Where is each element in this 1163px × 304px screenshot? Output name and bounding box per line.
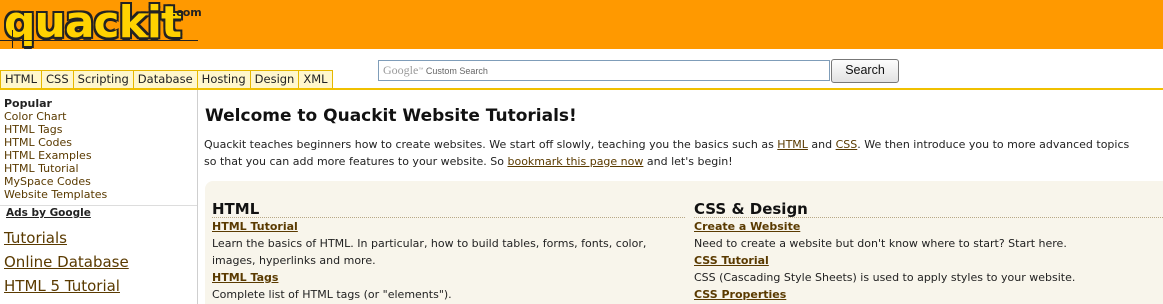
logo-tick — [12, 30, 13, 48]
sidebar-link-myspace-codes[interactable]: MySpace Codes — [4, 175, 91, 188]
logo-underline — [0, 40, 198, 41]
tab-hosting[interactable]: Hosting — [196, 70, 251, 88]
column-rule-css-design — [694, 217, 1163, 219]
tab-design[interactable]: Design — [249, 70, 300, 88]
ad-link-html5-tutorial[interactable]: HTML 5 Tutorial — [4, 277, 120, 295]
sidebar-link-html-tags[interactable]: HTML Tags — [4, 123, 62, 136]
search-placeholder: Custom Search — [425, 66, 488, 76]
column-rule-html — [212, 217, 685, 219]
ad-link-online-database[interactable]: Online Database — [4, 253, 129, 271]
html-tutorial-desc-2: images, hyperlinks and more. — [212, 254, 376, 267]
sidebar-link-html-tutorial[interactable]: HTML Tutorial — [4, 162, 79, 175]
html-tutorial-link[interactable]: HTML Tutorial — [212, 220, 298, 233]
html-tags-desc: Complete list of HTML tags (or "elements… — [212, 288, 452, 301]
tab-xml[interactable]: XML — [298, 70, 333, 88]
html-tags-link[interactable]: HTML Tags — [212, 271, 278, 284]
intro-link-css[interactable]: CSS — [836, 138, 858, 151]
sidebar-divider — [0, 205, 197, 206]
trademark-mark: ™ — [418, 67, 424, 73]
create-website-link[interactable]: Create a Website — [694, 220, 800, 233]
logo-dotcom: .com — [172, 6, 202, 19]
sidebar-heading-popular: Popular — [4, 97, 52, 110]
bookmark-link[interactable]: bookmark this page now — [507, 155, 643, 168]
page-title: Welcome to Quackit Website Tutorials! — [205, 106, 577, 126]
intro-paragraph: Quackit teaches beginners how to create … — [204, 136, 1163, 170]
css-properties-link[interactable]: CSS Properties — [694, 288, 786, 301]
search-button[interactable]: Search — [831, 59, 899, 83]
sidebar-link-website-templates[interactable]: Website Templates — [4, 188, 107, 201]
intro-link-html[interactable]: HTML — [777, 138, 808, 151]
sidebar-link-color-chart[interactable]: Color Chart — [4, 110, 66, 123]
tab-css[interactable]: CSS — [41, 70, 74, 88]
create-website-desc: Need to create a website but don't know … — [694, 237, 1067, 250]
sidebar-link-html-codes[interactable]: HTML Codes — [4, 136, 72, 149]
top-navigation: HTML CSS Scripting Database Hosting Desi… — [0, 70, 333, 88]
search-input[interactable]: Google™ Custom Search — [378, 60, 830, 81]
site-header: quackit .com — [0, 0, 1163, 49]
css-tutorial-link[interactable]: CSS Tutorial — [694, 254, 769, 267]
intro-text-and: and — [807, 138, 836, 151]
intro-text-4: and let's begin! — [643, 155, 733, 168]
tutorial-panel: HTML HTML Tutorial Learn the basics of H… — [205, 181, 1163, 304]
google-search-logo: Google — [383, 63, 419, 77]
column-title-css-design: CSS & Design — [694, 200, 808, 218]
sidebar-link-html-examples[interactable]: HTML Examples — [4, 149, 92, 162]
html-tutorial-desc-1: Learn the basics of HTML. In particular,… — [212, 237, 647, 250]
ads-by-google-link[interactable]: Ads by Google — [6, 207, 91, 219]
intro-text-1: Quackit teaches beginners how to create … — [204, 138, 778, 151]
tab-database[interactable]: Database — [132, 70, 198, 88]
intro-text-2: . We then introduce you to more advanced… — [857, 138, 1130, 151]
ad-link-tutorials[interactable]: Tutorials — [4, 229, 67, 247]
tab-html[interactable]: HTML — [0, 70, 43, 88]
sidebar: Popular Color Chart HTML Tags HTML Codes… — [0, 90, 198, 304]
css-tutorial-desc: CSS (Cascading Style Sheets) is used to … — [694, 271, 1076, 284]
column-title-html: HTML — [212, 200, 260, 218]
tab-scripting[interactable]: Scripting — [72, 70, 134, 88]
intro-text-3: so that you can add more features to you… — [204, 155, 508, 168]
